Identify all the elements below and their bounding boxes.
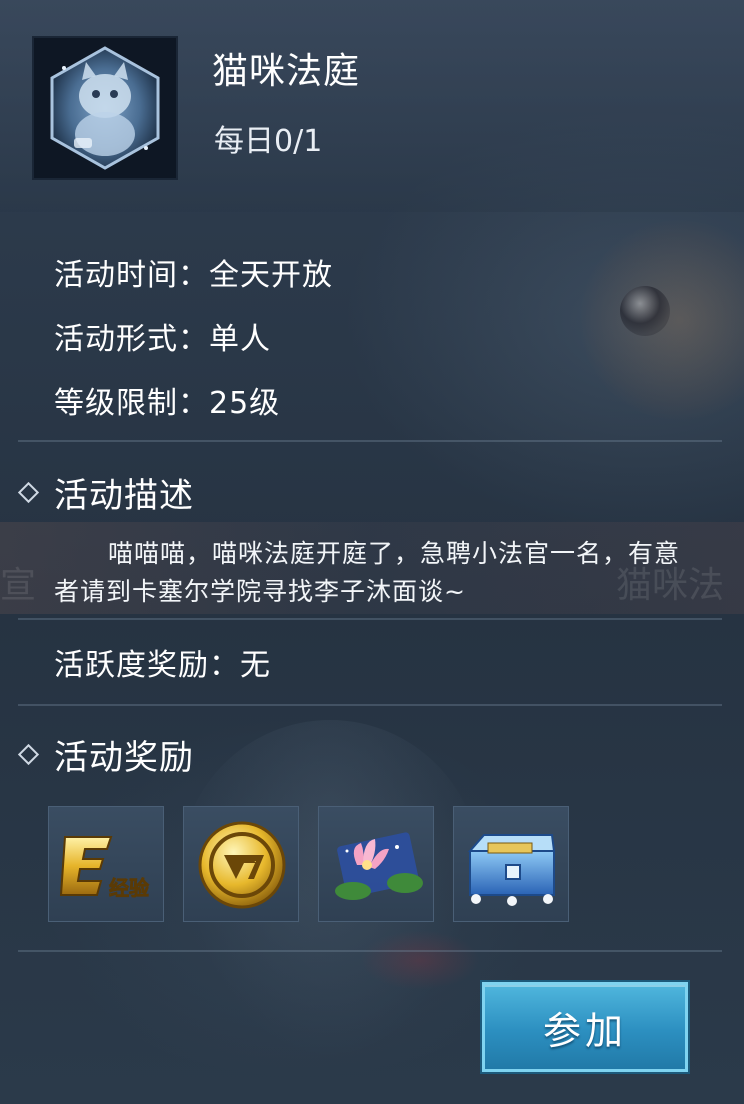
exp-icon: 经验 (59, 836, 149, 900)
reward-item-exp[interactable]: 经验 (48, 806, 164, 922)
treasure-chest-icon (467, 834, 556, 906)
cat-judge-emblem-icon (50, 46, 160, 170)
activity-form-label: 活动形式： (54, 322, 209, 357)
description-text: 喵喵喵，喵咪法庭开庭了，急聘小法官一名，有意者请到卡塞尔学院寻找李子沐面谈~ (54, 539, 681, 606)
gold-coin-icon (198, 821, 286, 909)
activity-time-value: 全天开放 (209, 258, 333, 293)
level-limit-row: 等级限制：25级 (54, 378, 280, 422)
level-limit-value: 25级 (209, 386, 281, 421)
activity-reward-label: 活跃度奖励： (54, 648, 240, 683)
activity-detail-panel: 宣 猫咪法 猫咪法庭 每日0/1 活动时间：全天开放 活动形式：单人 等级限制：… (0, 0, 744, 1104)
description-section-title: 活动描述 (17, 468, 194, 517)
divider (18, 440, 722, 442)
divider (18, 618, 722, 620)
daily-progress: 每日0/1 (214, 124, 323, 159)
diamond-bullet-icon (17, 481, 40, 504)
description-title-text: 活动描述 (54, 476, 194, 516)
divider (18, 704, 722, 706)
exp-icon-label: 经验 (109, 876, 149, 900)
level-limit-label: 等级限制： (54, 386, 209, 421)
activity-reward-value: 无 (240, 648, 271, 683)
activity-time-row: 活动时间：全天开放 (54, 250, 333, 294)
background-red-glow (360, 930, 480, 990)
activity-time-label: 活动时间： (54, 258, 209, 293)
activity-form-row: 活动形式：单人 (54, 314, 271, 358)
divider (18, 950, 722, 952)
activity-reward-row: 活跃度奖励：无 (54, 640, 271, 684)
background-text-left: 宣 (0, 565, 37, 606)
reward-item-coin[interactable] (183, 806, 299, 922)
activity-title: 猫咪法庭 (212, 51, 361, 92)
activity-icon (32, 36, 178, 180)
reward-item-lotus[interactable] (318, 806, 434, 922)
rewards-title-text: 活动奖励 (54, 738, 194, 778)
join-button[interactable]: 参加 (482, 982, 688, 1072)
activity-form-value: 单人 (209, 322, 271, 357)
lotus-icon (335, 832, 423, 900)
diamond-bullet-icon (17, 743, 40, 766)
join-button-label: 参加 (542, 1008, 627, 1053)
rewards-section-title: 活动奖励 (17, 730, 194, 779)
reward-item-chest[interactable] (453, 806, 569, 922)
background-cat-eye (620, 286, 670, 336)
background-cat-art (580, 220, 744, 420)
